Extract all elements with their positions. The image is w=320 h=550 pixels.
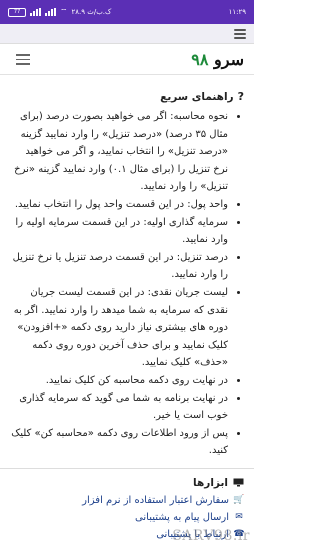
- tools-title: ابزارها: [193, 476, 228, 489]
- battery-icon: 77: [8, 7, 26, 17]
- status-bar-left: 77 ⌔ ۲۸.۹ ک.ب/ث: [8, 7, 111, 17]
- guide-title: راهنمای سریع: [160, 90, 234, 103]
- guide-item: واحد پول: در این قسمت واحد پول را انتخاب…: [10, 196, 228, 214]
- tools-heading: ابزارها: [10, 477, 244, 489]
- guide-item: پس از ورود اطلاعات روی دکمه «محاسبه کن» …: [10, 425, 228, 460]
- main-content: ? راهنمای سریع نحوه محاسبه: اگر می خواهی…: [0, 84, 254, 543]
- order-credit-link[interactable]: 🛒 سفارش اعتبار استفاده از نرم افزار: [10, 492, 244, 509]
- guide-item: درصد تنزیل: در این قسمت درصد تنزیل یا نر…: [10, 249, 228, 284]
- send-message-label: ارسال پیام به پشتیبانی: [135, 511, 229, 523]
- site-logo[interactable]: سرو ۹۸: [191, 50, 244, 69]
- clock: ۱۱:۲۹: [228, 8, 246, 16]
- monitor-icon: [233, 478, 244, 487]
- send-message-link[interactable]: ✉ ارسال پیام به پشتیبانی: [10, 509, 244, 526]
- order-credit-label: سفارش اعتبار استفاده از نرم افزار: [82, 494, 229, 506]
- cart-icon: 🛒: [233, 494, 245, 505]
- browser-toolbar: [0, 24, 254, 44]
- envelope-icon: ✉: [235, 511, 243, 522]
- question-icon: ?: [237, 90, 244, 103]
- guide-list: نحوه محاسبه: اگر می خواهید بصورت درصد (ب…: [10, 108, 244, 460]
- watermark: SARV98.ir: [172, 528, 250, 544]
- app-header: سرو ۹۸: [0, 45, 254, 75]
- status-bar: 77 ⌔ ۲۸.۹ ک.ب/ث ۱۱:۲۹: [0, 0, 254, 24]
- signal-icon-2: [45, 8, 56, 16]
- signal-icon: [30, 8, 41, 16]
- guide-item: لیست جریان نقدی: در این قسمت لیست جریان …: [10, 284, 228, 372]
- guide-item: در نهایت روی دکمه محاسبه کن کلیک نمایید.: [10, 372, 228, 390]
- menu-icon[interactable]: [16, 54, 30, 65]
- wifi-icon: ⌔: [60, 7, 68, 16]
- browser-menu-icon[interactable]: [234, 28, 246, 39]
- divider: [0, 467, 254, 469]
- logo-number: ۹۸: [191, 50, 209, 69]
- guide-item: سرمایه گذاری اولیه: در این قسمت سرمایه ا…: [10, 214, 228, 249]
- logo-text: سرو: [214, 50, 244, 69]
- guide-heading: ? راهنمای سریع: [10, 90, 244, 103]
- guide-item: در نهایت برنامه به شما می گوید که سرمایه…: [10, 390, 228, 425]
- network-speed: ۲۸.۹ ک.ب/ث: [71, 8, 112, 16]
- guide-item: نحوه محاسبه: اگر می خواهید بصورت درصد (ب…: [10, 108, 228, 196]
